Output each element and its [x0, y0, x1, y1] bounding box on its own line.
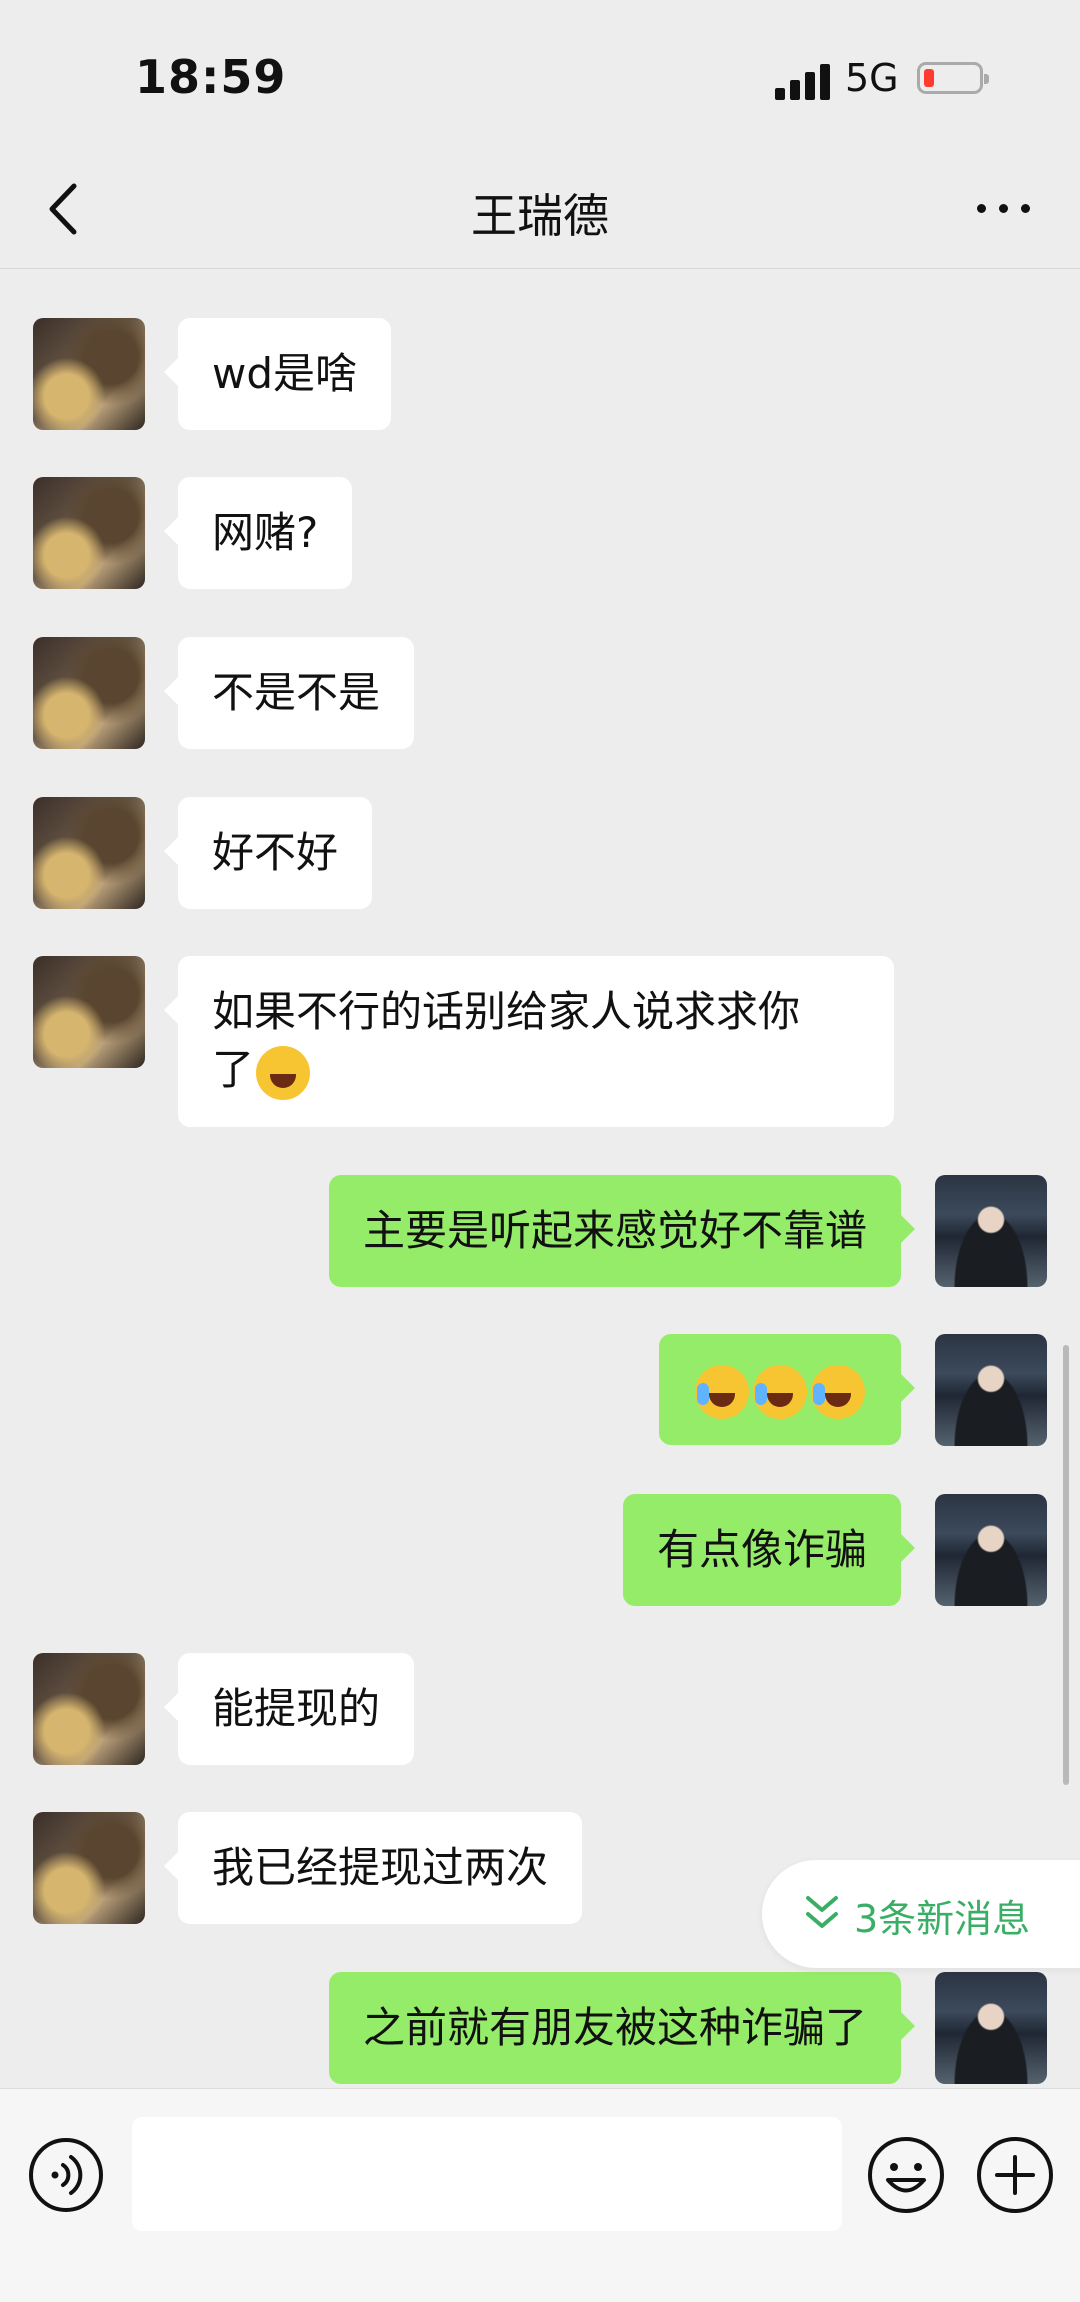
facepalm-crying-emoji-icon: [695, 1364, 749, 1419]
my-avatar[interactable]: [935, 1334, 1047, 1446]
contact-avatar[interactable]: [33, 956, 145, 1068]
input-bar: [0, 2088, 1080, 2302]
scrollbar[interactable]: [1063, 1345, 1069, 1785]
network-type: 5G: [845, 56, 899, 100]
message-text: 了: [212, 1045, 255, 1094]
message-bubble[interactable]: 如果不行的话别给家人说求求你 了: [164, 956, 894, 1127]
contact-avatar[interactable]: [33, 637, 145, 749]
chat-title: 王瑞德: [471, 189, 609, 243]
contact-avatar[interactable]: [33, 797, 145, 909]
double-chevron-down-icon: [806, 1896, 838, 1928]
facepalm-crying-emoji-icon: [753, 1364, 807, 1419]
status-time: 18:59: [135, 50, 287, 104]
contact-avatar[interactable]: [33, 477, 145, 589]
message-bubble[interactable]: 网赌?: [163, 477, 353, 589]
message-bubble[interactable]: 主要是听起来感觉好不靠谱: [328, 1175, 916, 1287]
message-bubble[interactable]: 之前就有朋友被这种诈骗了: [328, 1972, 916, 2084]
chat-header: 王瑞德: [0, 150, 1080, 269]
more-dots-icon[interactable]: [975, 190, 1031, 226]
message-bubble[interactable]: 能提现的: [163, 1653, 415, 1765]
message-bubble[interactable]: 我已经提现过两次: [163, 1812, 583, 1924]
new-messages-button[interactable]: 3条新消息: [762, 1860, 1080, 1968]
message-bubble[interactable]: wd是啥: [163, 318, 392, 430]
contact-avatar[interactable]: [33, 1653, 145, 1765]
signal-icon: [775, 64, 831, 100]
battery-icon: [917, 62, 989, 94]
contact-avatar[interactable]: [33, 318, 145, 430]
message-input[interactable]: [132, 2117, 842, 2231]
contact-avatar[interactable]: [33, 1812, 145, 1924]
message-list[interactable]: wd是啥 网赌? 不是不是 好不好 如果不行的话别给家人说求求你 了 主要是听起…: [0, 270, 1080, 2088]
laughing-tears-emoji-icon: [256, 1045, 311, 1100]
status-bar: 18:59 5G: [0, 0, 1080, 150]
message-bubble[interactable]: 好不好: [163, 797, 373, 909]
message-text: 如果不行的话别给家人说求求你: [212, 987, 801, 1036]
message-bubble[interactable]: 有点像诈骗: [622, 1494, 916, 1606]
plus-icon[interactable]: [975, 2135, 1055, 2215]
new-messages-label: 3条新消息: [854, 1897, 1031, 1941]
my-avatar[interactable]: [935, 1175, 1047, 1287]
my-avatar[interactable]: [935, 1494, 1047, 1606]
my-avatar[interactable]: [935, 1972, 1047, 2084]
message-bubble[interactable]: [659, 1334, 915, 1445]
smiley-icon[interactable]: [866, 2135, 946, 2215]
voice-icon[interactable]: [28, 2137, 104, 2213]
message-bubble[interactable]: 不是不是: [163, 637, 415, 749]
facepalm-crying-emoji-icon: [811, 1364, 865, 1419]
